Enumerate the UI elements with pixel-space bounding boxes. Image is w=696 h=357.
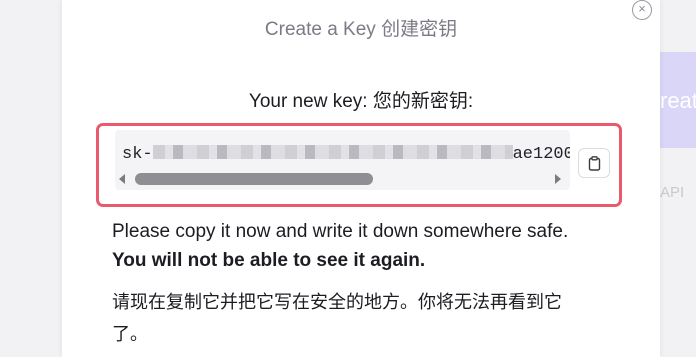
api-key-redacted — [152, 145, 513, 159]
copy-key-button[interactable] — [578, 148, 610, 178]
clipboard-icon — [588, 156, 601, 171]
scroll-right-arrow-icon[interactable] — [555, 174, 561, 184]
modal-title: Create a Key 创建密钥 — [264, 19, 458, 40]
api-key-suffix: ae1200 — [512, 145, 570, 164]
background-api-text: API — [660, 184, 685, 201]
copy-warning-en: Please copy it now and write it down som… — [112, 217, 582, 275]
api-key-value[interactable]: sk-ae1200 — [122, 145, 570, 164]
copy-warning-zh: 请现在复制它并把它写在安全的地方。你将无法再看到它了。 — [112, 292, 562, 344]
copy-warning-en-text: Please copy it now and write it down som… — [112, 221, 569, 242]
copy-warning-en-bold: You will not be able to see it again. — [112, 250, 426, 271]
new-key-label: Your new key: 您的新密钥: — [248, 91, 474, 112]
close-icon[interactable]: × — [632, 0, 652, 20]
scroll-left-arrow-icon[interactable] — [119, 174, 125, 184]
key-display-box[interactable]: sk-ae1200 — [115, 130, 570, 190]
api-key-prefix: sk- — [122, 145, 153, 164]
background-create-text: reat — [660, 88, 696, 113]
horizontal-scrollbar-thumb[interactable] — [135, 173, 373, 185]
